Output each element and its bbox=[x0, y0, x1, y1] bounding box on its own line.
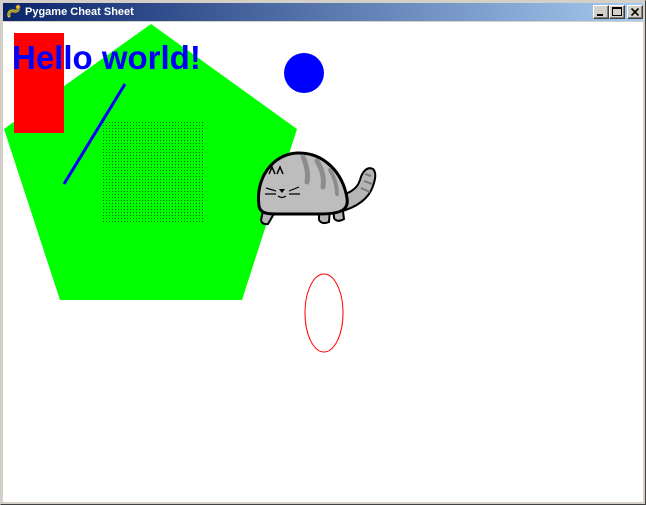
minimize-button[interactable] bbox=[593, 5, 609, 19]
scene-drawing: Hello world! bbox=[4, 24, 377, 353]
close-icon bbox=[630, 7, 640, 17]
window-title: Pygame Cheat Sheet bbox=[25, 6, 134, 18]
red-ellipse-outline bbox=[304, 273, 344, 353]
hello-world-text: Hello world! bbox=[12, 39, 201, 76]
close-button[interactable] bbox=[627, 5, 643, 19]
maximize-icon bbox=[612, 7, 622, 16]
pygame-snake-icon[interactable] bbox=[6, 4, 22, 20]
maximize-button[interactable] bbox=[609, 5, 625, 19]
pygame-canvas[interactable]: Hello world! bbox=[3, 22, 643, 502]
app-window: Pygame Cheat Sheet Hello world! bbox=[0, 0, 646, 505]
minimize-icon bbox=[597, 14, 603, 16]
title-bar[interactable]: Pygame Cheat Sheet bbox=[3, 3, 643, 21]
blue-circle bbox=[284, 53, 324, 93]
cat-icon bbox=[256, 151, 377, 226]
dotted-square bbox=[103, 122, 203, 222]
